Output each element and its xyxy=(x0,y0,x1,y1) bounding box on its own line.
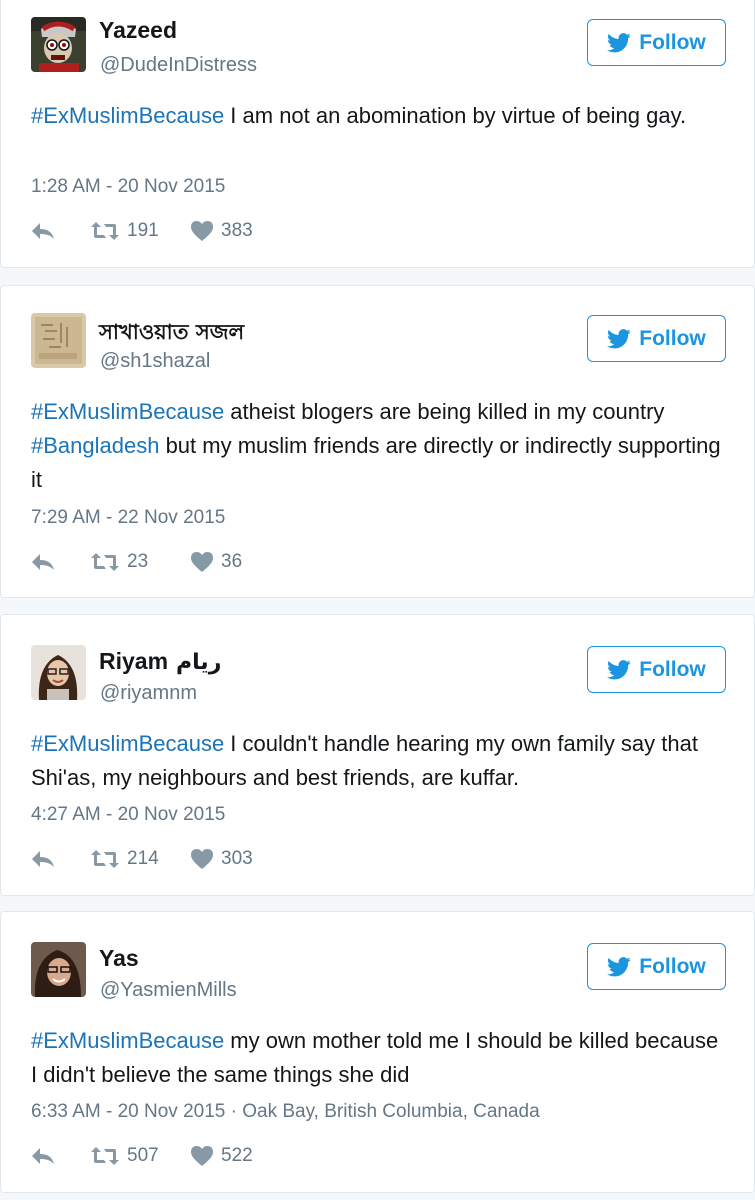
retweet-count: 191 xyxy=(127,220,159,241)
like-count: 522 xyxy=(221,1145,253,1166)
tweet-feed: Yazeed @DudeInDistress Follow #ExMuslimB… xyxy=(0,0,755,1200)
tweet-text: #ExMuslimBecause atheist blogers are bei… xyxy=(31,395,721,497)
tweet-text-segment: atheist blogers are being killed in my c… xyxy=(224,399,665,424)
retweet-icon xyxy=(91,553,119,571)
retweet-icon xyxy=(91,222,119,240)
retweet-icon xyxy=(91,1147,119,1165)
author-name[interactable]: Yazeed xyxy=(99,17,177,44)
follow-button[interactable]: Follow xyxy=(587,315,726,362)
like-button[interactable]: 36 xyxy=(191,551,291,573)
follow-button[interactable]: Follow xyxy=(587,19,726,66)
like-count: 36 xyxy=(221,551,243,572)
heart-icon xyxy=(191,1146,213,1166)
tweet-text: #ExMuslimBecause my own mother told me I… xyxy=(31,1024,721,1092)
avatar[interactable] xyxy=(31,645,86,700)
retweet-button[interactable]: 507 xyxy=(91,1145,191,1167)
reply-button[interactable] xyxy=(31,553,91,571)
retweet-button[interactable]: 214 xyxy=(91,848,191,870)
tweet-timestamp[interactable]: 1:28 AM - 20 Nov 2015 xyxy=(31,176,225,198)
like-count: 303 xyxy=(221,848,253,869)
follow-label: Follow xyxy=(639,30,706,54)
author-name-row[interactable]: Yas xyxy=(99,945,139,972)
heart-icon xyxy=(191,221,213,241)
tweet-actions: 507 522 xyxy=(31,1143,291,1169)
avatar[interactable] xyxy=(31,313,86,368)
like-button[interactable]: 522 xyxy=(191,1145,291,1167)
avatar[interactable] xyxy=(31,942,86,997)
tweet-actions: 23 36 xyxy=(31,549,291,575)
tweet-timestamp[interactable]: 4:27 AM - 20 Nov 2015 xyxy=(31,804,225,826)
follow-label: Follow xyxy=(639,326,706,350)
tweet-text: #ExMuslimBecause I am not an abomination… xyxy=(31,99,721,133)
reply-button[interactable] xyxy=(31,850,91,868)
reply-icon xyxy=(32,223,54,239)
retweet-count: 214 xyxy=(127,848,159,869)
retweet-icon xyxy=(91,850,119,868)
author-name-row[interactable]: Yazeed xyxy=(99,17,177,44)
tweet-text: #ExMuslimBecause I couldn't handle heari… xyxy=(31,727,721,795)
hashtag-link[interactable]: #Bangladesh xyxy=(31,433,159,458)
twitter-bird-icon xyxy=(607,32,631,52)
author-name[interactable]: Yas xyxy=(99,945,139,972)
retweet-count: 507 xyxy=(127,1145,159,1166)
author-name-row[interactable]: Riyam ريام xyxy=(99,648,221,675)
author-handle[interactable]: @YasmienMills xyxy=(100,979,237,1002)
tweet-actions: 214 303 xyxy=(31,846,291,872)
reply-button[interactable] xyxy=(31,222,91,240)
tweet-card: Yas @YasmienMills Follow #ExMuslimBecaus… xyxy=(0,911,755,1193)
follow-label: Follow xyxy=(639,657,706,681)
hashtag-link[interactable]: #ExMuslimBecause xyxy=(31,103,224,128)
author-name[interactable]: সাখাওয়াত সজল xyxy=(99,316,244,351)
author-handle[interactable]: @sh1shazal xyxy=(100,350,210,373)
reply-button[interactable] xyxy=(31,1147,91,1165)
twitter-bird-icon xyxy=(607,328,631,348)
follow-button[interactable]: Follow xyxy=(587,646,726,693)
author-name[interactable]: Riyam xyxy=(99,648,168,675)
retweet-button[interactable]: 23 xyxy=(91,551,191,573)
reply-icon xyxy=(32,1148,54,1164)
retweet-count: 23 xyxy=(127,551,149,572)
like-button[interactable]: 383 xyxy=(191,220,291,242)
tweet-card: সাখাওয়াত সজল @sh1shazal Follow #ExMusli… xyxy=(0,285,755,598)
avatar[interactable] xyxy=(31,17,86,72)
twitter-bird-icon xyxy=(607,956,631,976)
follow-label: Follow xyxy=(639,954,706,978)
reply-icon xyxy=(32,554,54,570)
hashtag-link[interactable]: #ExMuslimBecause xyxy=(31,1028,224,1053)
like-count: 383 xyxy=(221,220,253,241)
heart-icon xyxy=(191,849,213,869)
tweet-card: Riyam ريام @riyamnm Follow #ExMuslimBeca… xyxy=(0,614,755,896)
tweet-card: Yazeed @DudeInDistress Follow #ExMuslimB… xyxy=(0,0,755,268)
author-name-arabic[interactable]: ريام xyxy=(176,650,221,675)
hashtag-link[interactable]: #ExMuslimBecause xyxy=(31,731,224,756)
twitter-bird-icon xyxy=(607,659,631,679)
tweet-actions: 191 383 xyxy=(31,218,291,244)
reply-icon xyxy=(32,851,54,867)
heart-icon xyxy=(191,552,213,572)
follow-button[interactable]: Follow xyxy=(587,943,726,990)
author-name-row[interactable]: সাখাওয়াত সজল xyxy=(99,316,244,351)
like-button[interactable]: 303 xyxy=(191,848,291,870)
tweet-text-segment: I am not an abomination by virtue of bei… xyxy=(224,103,687,128)
retweet-button[interactable]: 191 xyxy=(91,220,191,242)
tweet-timestamp[interactable]: 7:29 AM - 22 Nov 2015 xyxy=(31,507,225,529)
tweet-timestamp[interactable]: 6:33 AM - 20 Nov 2015 · Oak Bay, British… xyxy=(31,1101,540,1123)
author-handle[interactable]: @DudeInDistress xyxy=(100,54,257,77)
author-handle[interactable]: @riyamnm xyxy=(100,682,197,705)
hashtag-link[interactable]: #ExMuslimBecause xyxy=(31,399,224,424)
